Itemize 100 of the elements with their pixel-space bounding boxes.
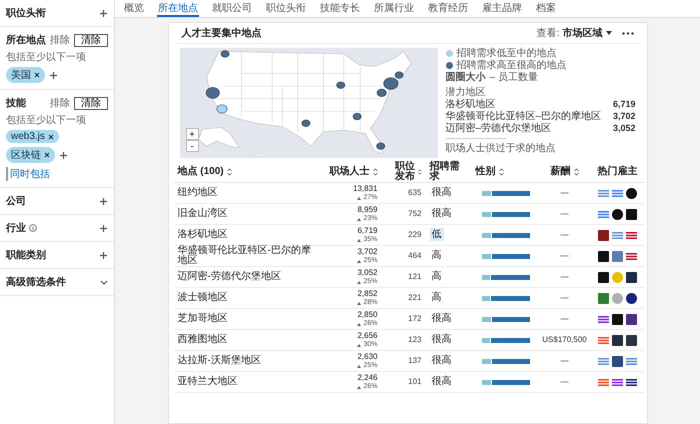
professional-count: 8,959 xyxy=(356,204,378,214)
location-link[interactable]: 旧金山湾区 xyxy=(178,209,320,219)
sort-icon[interactable] xyxy=(372,168,378,176)
column-header: 热门雇主 xyxy=(598,166,638,176)
job-post-count: 752 xyxy=(408,209,422,218)
sort-icon[interactable] xyxy=(574,168,578,176)
oversupply-label: 职场人士供过于求的地点 xyxy=(446,143,556,154)
demand-level: 很高 xyxy=(430,354,452,367)
up-triangle-icon xyxy=(357,344,362,346)
column-header[interactable]: 性别 xyxy=(476,166,496,176)
region-count: 6,719 xyxy=(612,99,636,110)
column-header[interactable]: 职场人士 xyxy=(330,166,370,176)
column-header[interactable]: 地点 (100) xyxy=(178,166,224,176)
filter-title: 高级筛选条件 xyxy=(6,275,66,289)
location-link[interactable]: 芝加哥地区 xyxy=(178,314,320,324)
plus-icon[interactable] xyxy=(59,150,68,160)
job-post-count: 123 xyxy=(408,335,422,344)
professional-count: 13,831 xyxy=(352,184,378,192)
column-header[interactable]: 职位发布 xyxy=(386,162,415,182)
clear-button[interactable]: 清除 xyxy=(74,34,108,46)
location-link[interactable]: 洛杉矶地区 xyxy=(178,230,320,240)
chevron-down-icon[interactable] xyxy=(100,280,108,284)
salary: — xyxy=(560,251,568,260)
location-link[interactable]: 达拉斯-沃斯堡地区 xyxy=(178,356,320,366)
include-also-link[interactable]: 同时包括 xyxy=(6,167,50,181)
tab[interactable]: 档案 xyxy=(535,0,557,17)
job-post-count: 101 xyxy=(408,377,422,386)
size-note: 圆圈大小 – 员工数量 xyxy=(446,72,539,83)
professional-count: 3,702 xyxy=(356,246,378,256)
professional-count: 2,630 xyxy=(356,352,378,360)
professional-count: 2,656 xyxy=(356,330,378,340)
region-count: 3,702 xyxy=(612,111,636,122)
close-icon[interactable] xyxy=(48,134,54,140)
filter-chip[interactable]: 美国 xyxy=(6,67,45,83)
up-triangle-icon xyxy=(357,386,362,388)
job-post-count: 172 xyxy=(408,314,422,323)
tab[interactable]: 就职公司 xyxy=(211,0,253,17)
card-title: 人才主要集中地点 xyxy=(182,26,262,40)
salary: — xyxy=(560,209,568,218)
demand-level: 很高 xyxy=(430,207,452,220)
close-icon[interactable] xyxy=(34,72,40,78)
job-post-count: 229 xyxy=(408,230,422,239)
up-triangle-icon xyxy=(357,302,362,304)
zoom-in-button[interactable]: + xyxy=(186,128,198,140)
plus-icon[interactable] xyxy=(49,70,58,80)
location-link[interactable]: 西雅图地区 xyxy=(178,335,320,345)
tab[interactable]: 所属行业 xyxy=(373,0,415,17)
job-post-count: 121 xyxy=(408,272,422,281)
salary: US$170,500 xyxy=(542,335,587,344)
job-post-count: 137 xyxy=(408,356,422,365)
clear-button[interactable]: 清除 xyxy=(74,96,108,110)
up-triangle-icon xyxy=(357,322,362,326)
filter-title: 行业 xyxy=(6,222,26,235)
location-link[interactable]: 波士顿地区 xyxy=(178,293,320,303)
location-link[interactable]: 亚特兰大地区 xyxy=(178,377,320,387)
tab[interactable]: 雇主品牌 xyxy=(481,0,523,17)
demand-level: 高 xyxy=(430,270,442,283)
caret-icon[interactable] xyxy=(606,31,612,35)
plus-icon[interactable] xyxy=(99,196,108,206)
more-icon[interactable] xyxy=(622,32,634,34)
demand-level: 很高 xyxy=(430,186,452,199)
professional-count: 3,052 xyxy=(356,268,378,276)
sort-icon[interactable] xyxy=(498,168,504,176)
job-post-count: 464 xyxy=(408,251,422,260)
salary: — xyxy=(560,293,568,302)
job-post-count: 635 xyxy=(408,188,422,197)
plus-icon[interactable] xyxy=(99,224,108,232)
up-triangle-icon xyxy=(357,218,362,220)
exclude-link[interactable]: 排除 xyxy=(50,33,70,47)
exclude-link[interactable]: 排除 xyxy=(50,96,70,110)
location-link[interactable]: 纽约地区 xyxy=(178,188,320,198)
close-icon[interactable] xyxy=(44,152,50,158)
region-name: 迈阿密–劳德代尔堡地区 xyxy=(446,123,552,134)
section-label: 潜力地区 xyxy=(446,87,486,98)
professional-count: 6,719 xyxy=(356,226,378,234)
sort-icon[interactable] xyxy=(226,168,232,176)
filter-chip[interactable]: 区块链 xyxy=(6,147,55,163)
up-triangle-icon xyxy=(357,196,362,200)
location-link[interactable]: 华盛顿哥伦比亚特区-巴尔的摩地区 xyxy=(178,246,320,266)
plus-icon[interactable] xyxy=(99,250,108,260)
salary: — xyxy=(560,314,568,323)
up-triangle-icon xyxy=(357,260,362,262)
tab[interactable]: 所在地点 xyxy=(157,0,199,17)
salary: — xyxy=(560,272,568,281)
job-post-count: 221 xyxy=(408,293,422,302)
tab[interactable]: 职位头衔 xyxy=(265,0,307,17)
view-label: 查看: xyxy=(536,26,560,40)
region-count: 3,052 xyxy=(612,123,636,134)
view-dropdown[interactable]: 市场区域 xyxy=(562,26,612,40)
tab[interactable]: 概览 xyxy=(123,0,145,17)
location-link[interactable]: 迈阿密-劳德代尔堡地区 xyxy=(178,272,320,282)
filter-chip[interactable]: web3.js xyxy=(6,130,59,143)
tab[interactable]: 技能专长 xyxy=(319,0,361,17)
filter-title: 职能类别 xyxy=(6,248,46,262)
zoom-out-button[interactable]: - xyxy=(186,140,198,152)
filter-title: 所在地点 xyxy=(6,34,46,47)
sort-icon[interactable] xyxy=(418,168,422,176)
plus-icon[interactable] xyxy=(99,8,108,18)
column-header[interactable]: 薪酬 xyxy=(550,166,570,176)
tab[interactable]: 教育经历 xyxy=(427,0,469,17)
